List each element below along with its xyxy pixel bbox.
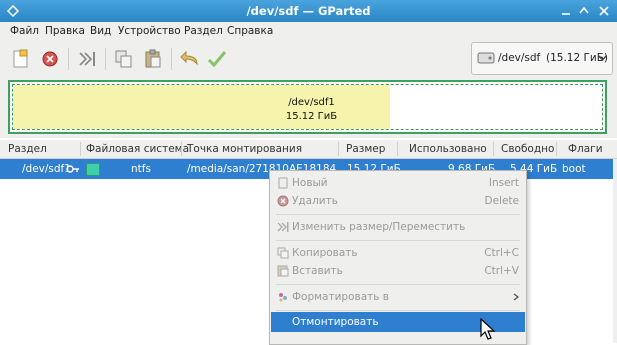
menu-item-format-to[interactable]: Форматировать в: [271, 287, 525, 307]
menu-item-shortcut: Delete: [484, 195, 520, 207]
menu-item-label: Изменить размер/Переместить: [292, 221, 466, 233]
device-selector[interactable]: /dev/sdf (15.12 ГиБ): [471, 42, 613, 75]
menu-device[interactable]: Устройство: [118, 25, 181, 37]
menu-item-label: Новый: [292, 177, 328, 189]
vertical-scrollbar[interactable]: [613, 159, 617, 343]
menu-item-label: Вставить: [292, 265, 343, 277]
menu-item-delete[interactable]: Удалить Delete: [271, 191, 525, 211]
chevron-down-icon: [598, 55, 607, 62]
partition-table-header: Раздел Файловая система Точка монтирован…: [0, 140, 617, 159]
disk-map[interactable]: /dev/sdf1 15.12 ГиБ: [8, 80, 607, 134]
delete-icon: [277, 195, 289, 207]
column-size[interactable]: Размер: [346, 143, 385, 155]
minimize-icon[interactable]: [559, 4, 573, 18]
maximize-icon[interactable]: [577, 4, 591, 18]
column-used[interactable]: Использовано: [409, 143, 487, 155]
harddisk-icon: [477, 52, 495, 64]
undo-icon[interactable]: [179, 48, 201, 70]
menu-view[interactable]: Вид: [90, 25, 111, 37]
menu-item-resize-move[interactable]: Изменить размер/Переместить: [271, 217, 525, 237]
column-filesystem[interactable]: Файловая система: [86, 143, 189, 155]
window-title: /dev/sdf — GParted: [246, 4, 371, 18]
mouse-cursor-icon: [480, 318, 496, 340]
column-free[interactable]: Свободно: [501, 143, 554, 155]
device-name: /dev/sdf: [498, 52, 541, 64]
column-flags[interactable]: Флаги: [568, 143, 603, 155]
disk-map-area: /dev/sdf1 15.12 ГиБ: [0, 77, 617, 138]
menu-help[interactable]: Справка: [227, 25, 273, 37]
copy-icon[interactable]: [113, 48, 135, 70]
title-bar: /dev/sdf — GParted: [0, 0, 617, 22]
diskmap-partition-label: /dev/sdf1: [288, 97, 335, 108]
paste-icon: [277, 265, 289, 277]
menu-item-label: Удалить: [292, 195, 338, 207]
filesystem-color-swatch: [86, 163, 100, 176]
menu-item-shortcut: Insert: [488, 177, 519, 189]
toolbar: /dev/sdf (15.12 ГиБ): [0, 42, 617, 78]
cell-partition: /dev/sdf1: [22, 163, 71, 175]
menu-item-paste[interactable]: Вставить Ctrl+V: [271, 261, 525, 281]
cell-filesystem: ntfs: [131, 163, 151, 175]
column-partition[interactable]: Раздел: [8, 143, 47, 155]
new-icon: [278, 177, 288, 189]
delete-icon[interactable]: [39, 48, 61, 70]
menu-item-label: Копировать: [292, 247, 358, 259]
key-icon: [66, 165, 79, 173]
apply-check-icon[interactable]: [206, 48, 228, 70]
new-icon[interactable]: [10, 48, 32, 70]
chevron-right-icon: [513, 293, 519, 301]
format-icon: [279, 293, 287, 302]
menu-item-label: Отмонтировать: [292, 316, 379, 328]
menu-item-copy[interactable]: Копировать Ctrl+C: [271, 243, 525, 263]
menu-item-shortcut: Ctrl+C: [484, 247, 519, 259]
column-mountpoint[interactable]: Точка монтирования: [187, 143, 302, 155]
paste-icon[interactable]: [142, 48, 164, 70]
menu-item-new[interactable]: Новый Insert: [271, 173, 525, 193]
cell-flags: boot: [562, 163, 586, 175]
apply-arrow-icon[interactable]: [76, 48, 98, 70]
menu-file[interactable]: Файл: [10, 25, 39, 37]
diskmap-size-label: 15.12 ГиБ: [285, 111, 338, 122]
menu-item-label: Форматировать в: [292, 291, 389, 303]
menu-bar: Файл Правка Вид Устройство Раздел Справк…: [0, 22, 617, 42]
menu-item-shortcut: Ctrl+V: [484, 265, 519, 277]
menu-edit[interactable]: Правка: [45, 25, 85, 37]
copy-icon: [277, 247, 289, 259]
resize-icon: [277, 222, 289, 232]
close-icon[interactable]: [597, 4, 611, 18]
menu-partition[interactable]: Раздел: [184, 25, 223, 37]
